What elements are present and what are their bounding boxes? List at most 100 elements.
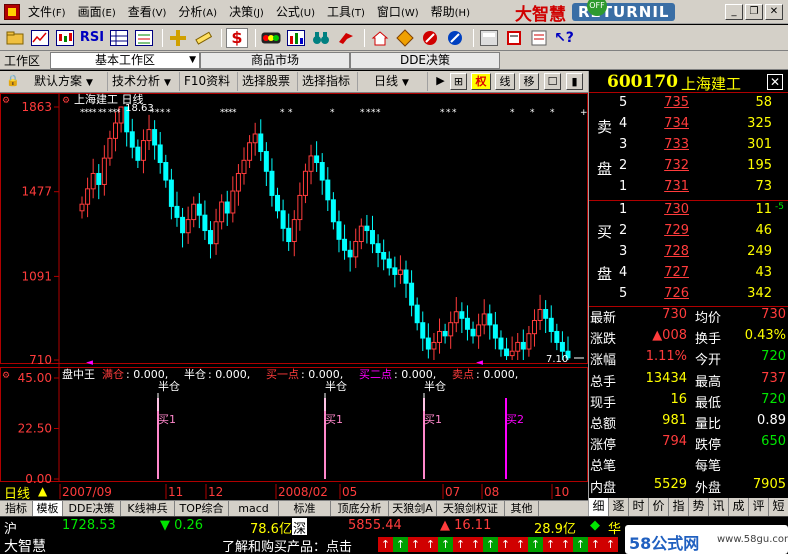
trend-chart-icon[interactable] [29,28,51,48]
menu-item[interactable]: 帮助(H) [425,0,476,24]
chart-area[interactable]: 1863 1477 1091 710 上海建工 日线 ⚙ ⚙ ⚙ 18.63 7.10 * * * * * *… [0,92,628,486]
chart-svg[interactable]: 186314771091710上海建工 日线⚙⚙⚙18.637.10* * * * * *… [0,92,628,486]
line-button[interactable]: 线 [495,73,515,90]
up-arrow-icon: ↑ [378,537,393,552]
sell-row[interactable]: 3 733 301 [589,137,788,158]
binoculars-icon[interactable] [310,28,332,48]
report-icon[interactable] [133,28,155,48]
menu-item[interactable]: 决策(J) [223,0,270,24]
gear-icon[interactable]: ⚙ [2,96,10,106]
close-icon[interactable]: ✕ [767,74,783,90]
menu-item[interactable]: 文件(F) [22,0,72,24]
restore-icon[interactable]: ❐ [745,4,763,20]
grid-icon[interactable] [108,28,130,48]
layout-icon[interactable] [478,28,500,48]
indicator-tab[interactable]: DDE决策 [63,501,121,517]
minimize-icon[interactable]: _ [725,4,743,20]
indicator-tab[interactable]: 天狼剑权证 [437,501,505,517]
gear-icon[interactable]: ⚙ [2,371,10,381]
traffic-light-icon[interactable] [260,28,282,48]
stat-value: 13434 [645,370,687,386]
app-icon[interactable] [4,3,20,20]
f10-button[interactable]: F10资料 [180,72,238,91]
book-icon[interactable] [503,28,525,48]
up-arrow-icon: ↑ [603,537,618,552]
ruler-icon[interactable] [192,28,214,48]
menu-item[interactable]: 画面(E) [72,0,122,24]
ticker-text[interactable]: 了解和购买产品：点击 [222,536,352,554]
menu-item[interactable]: 工具(T) [321,0,371,24]
menu-item[interactable]: 查看(V) [122,0,173,24]
menu-item[interactable]: 窗口(W) [371,0,425,24]
rsi-icon[interactable]: RSI [79,28,105,48]
buy-row[interactable]: 1 730 11 -5 [589,202,788,223]
gear-icon[interactable]: ⚙ [62,96,70,106]
close-icon[interactable]: ✕ [765,4,783,20]
candle-body [336,221,342,240]
sell-row[interactable]: 5 735 58 [589,95,788,116]
red-circle-icon[interactable] [419,28,441,48]
buy-row[interactable]: 2 729 46 [589,223,788,244]
buy-row[interactable]: 5 726 342 [589,286,788,307]
blue-circle-icon[interactable] [444,28,466,48]
tab-basic-workarea[interactable]: 基本工作区 ▼ [50,52,200,69]
rights-adjust-button[interactable]: 权 [471,73,491,90]
quote-tab[interactable]: 势 [689,498,709,516]
stat-value: 720 [761,349,786,365]
tab-dde[interactable]: DDE决策 [350,52,500,69]
quote-tab[interactable]: 时 [629,498,649,516]
help-cursor-icon[interactable]: ↖? [553,28,575,48]
indicator-tab[interactable]: 标准 [279,501,331,517]
buy-row[interactable]: 4 727 43 [589,265,788,286]
indicator-tab[interactable]: 指标 [0,501,33,517]
quote-tab[interactable]: 讯 [709,498,729,516]
crosshair-icon[interactable] [167,28,189,48]
sell-row[interactable]: 1 731 73 [589,179,788,200]
tab-commodity-market[interactable]: 商品市场 [200,52,350,69]
play-icon[interactable]: ▶ [432,73,449,90]
buy-row[interactable]: 3 728 249 [589,244,788,265]
sell-row[interactable]: 4 734 325 [589,116,788,137]
indicator-tab[interactable]: 模板 [33,501,63,517]
indicator-tab[interactable]: 其他 [505,501,539,517]
quote-tab[interactable]: 评 [749,498,769,516]
dollar-icon[interactable]: $ [226,27,248,48]
kline-icon[interactable] [54,28,76,48]
sell-row[interactable]: 2 732 195 [589,158,788,179]
home-icon[interactable] [369,28,391,48]
zoom-icon[interactable]: ⊞ [450,73,467,90]
indicator-tab[interactable]: 天狼剑A [389,501,437,517]
indicator-tab[interactable]: 顶底分析 [331,501,389,517]
menu-item[interactable]: 公式(U) [270,0,321,24]
indicator-tab[interactable]: macd [229,501,279,517]
open-folder-icon[interactable] [4,28,26,48]
quote-tab[interactable]: 成 [729,498,749,516]
lock-icon[interactable]: 🔒 [2,73,24,90]
quote-tab[interactable]: 逐 [609,498,629,516]
sh-index[interactable]: 1728.53 [62,518,116,533]
chevron-down-icon[interactable]: ▼ [189,53,196,68]
select-stock-button[interactable]: 选择股票 [238,72,298,91]
quote-tab[interactable]: 细 [589,498,609,516]
sz-index[interactable]: 5855.44 [348,518,402,533]
select-indicator-button[interactable]: 选择指标 [298,72,358,91]
move-button[interactable]: 移 [519,73,539,90]
default-scheme-button[interactable]: 默认方案 ▼ [30,72,108,91]
quote-tab[interactable]: 价 [649,498,669,516]
signal-star-icon: * [446,108,451,118]
quote-tab[interactable]: 指 [669,498,689,516]
candle-body [308,155,314,172]
indicator-tab[interactable]: K线神兵 [121,501,175,517]
panel-icon[interactable]: ▮ [566,73,583,90]
indicator-tab[interactable]: TOP综合 [175,501,229,517]
tech-analysis-button[interactable]: 技术分析 ▼ [108,72,180,91]
window-icon[interactable]: ☐ [544,73,561,90]
stat-label: 量比 [695,417,722,432]
period-button[interactable]: 日线 ▼ [358,72,428,91]
notes-icon[interactable] [528,28,550,48]
quote-tab[interactable]: 短 [769,498,788,516]
chart-compare-icon[interactable] [285,28,307,48]
bird-icon[interactable] [335,28,357,48]
diamond-icon[interactable] [394,28,416,48]
menu-item[interactable]: 分析(A) [172,0,223,24]
